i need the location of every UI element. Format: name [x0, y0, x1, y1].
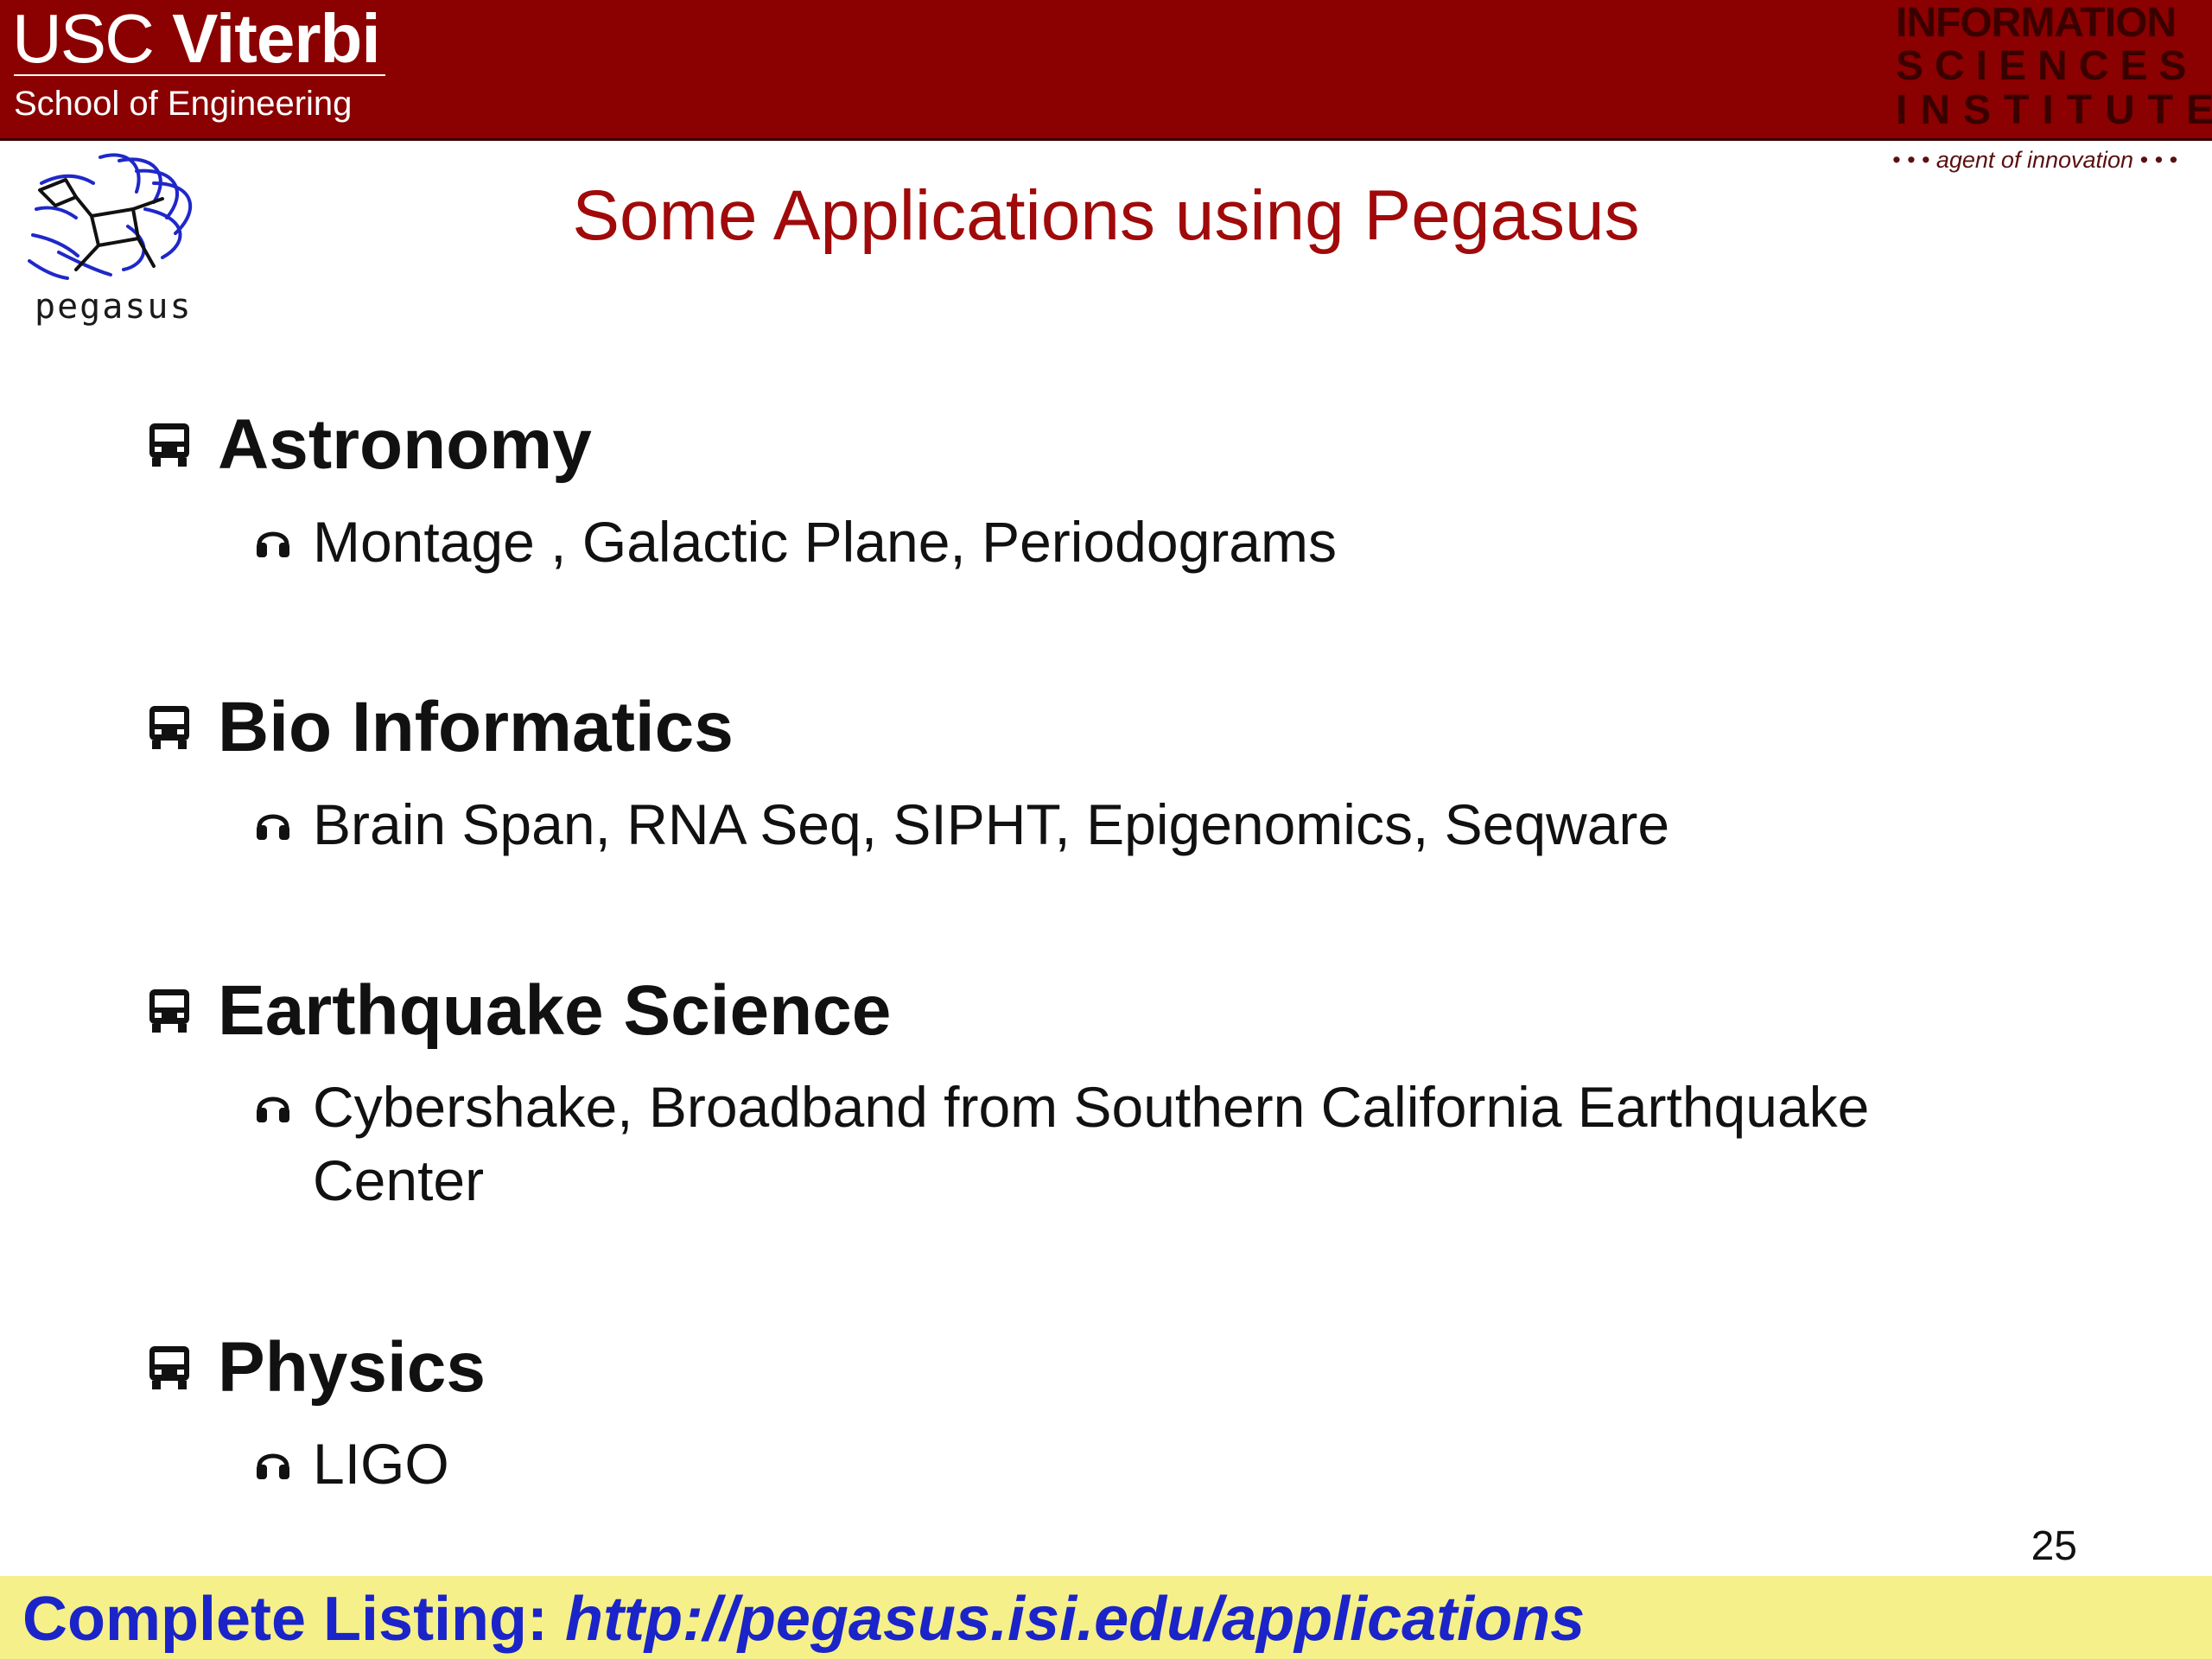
usc-text: USC — [12, 0, 155, 77]
section-item: LIGO — [313, 1432, 449, 1496]
bus-bullet-icon — [149, 989, 189, 1033]
slide-title: Some Applications using Pegasus — [572, 176, 1640, 255]
usc-viterbi-logo: USC Viterbi School of Engineering — [12, 0, 401, 138]
headphones-bullet-icon — [257, 1453, 289, 1479]
isi-institute-text: INSTITUTE — [1896, 87, 2212, 133]
footer-listing: Complete Listing: http://pegasus.isi.edu… — [22, 1581, 1585, 1657]
section-heading: Astronomy — [218, 405, 592, 484]
pegasus-logo-text: pegasus — [35, 287, 193, 327]
viterbi-text: Viterbi — [172, 0, 380, 77]
footer-url-link[interactable]: http://pegasus.isi.edu/applications — [565, 1585, 1585, 1654]
isi-tagline: • • • agent of innovation • • • — [1892, 147, 2177, 173]
section-item: Montage , Galactic Plane, Periodograms — [313, 510, 1337, 574]
section-item: Cybershake, Broadband from Southern Cali… — [313, 1075, 1870, 1139]
isi-information-text: INFORMATION — [1896, 0, 2177, 46]
headphones-bullet-icon — [257, 814, 289, 840]
footer-bar: Complete Listing: http://pegasus.isi.edu… — [0, 1576, 2212, 1659]
usc-viterbi-wordmark: USC Viterbi — [12, 0, 381, 78]
section-heading: Earthquake Science — [218, 971, 892, 1050]
page-number: 25 — [2031, 1523, 2077, 1569]
bus-bullet-icon — [149, 423, 189, 467]
section-heading: Bio Informatics — [218, 688, 734, 766]
school-of-engineering-text: School of Engineering — [14, 85, 353, 123]
section-item-continuation: Center — [313, 1148, 485, 1212]
section-heading: Physics — [218, 1328, 486, 1407]
headphones-bullet-icon — [257, 1096, 289, 1122]
logo-divider — [14, 74, 385, 76]
isi-logo: INFORMATION SCIENCES INSTITUTE — [1896, 0, 2212, 138]
section-item: Brain Span, RNA Seq, SIPHT, Epigenomics,… — [313, 792, 1670, 856]
headphones-bullet-icon — [257, 531, 289, 557]
header-bar: USC Viterbi School of Engineering INFORM… — [0, 0, 2212, 141]
bus-bullet-icon — [149, 706, 189, 749]
footer-label: Complete Listing: — [22, 1585, 548, 1654]
bus-bullet-icon — [149, 1346, 189, 1389]
isi-sciences-text: SCIENCES — [1896, 43, 2198, 89]
